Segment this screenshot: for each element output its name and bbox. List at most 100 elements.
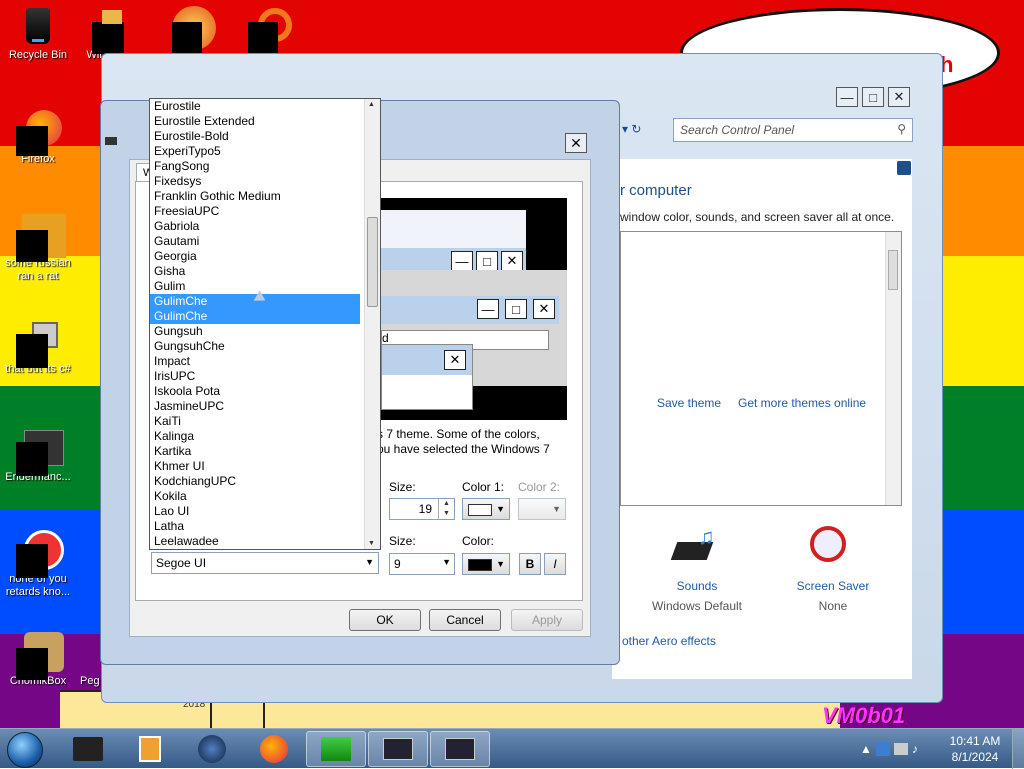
- font-size-select[interactable]: 9 ▼: [389, 553, 455, 575]
- font-list-item[interactable]: KaiTi: [150, 414, 380, 429]
- desktop-icon-peg[interactable]: Peg: [66, 675, 106, 688]
- font-list-item[interactable]: Franklin Gothic Medium: [150, 189, 380, 204]
- desktop-icon-russian-rat[interactable]: some russian ran a rat: [0, 214, 76, 283]
- save-theme-link[interactable]: Save theme: [657, 396, 721, 410]
- font-list-item[interactable]: Kartika: [150, 444, 380, 459]
- preview-maximize-icon: □: [505, 299, 527, 319]
- taskbar-media-player[interactable]: [120, 731, 180, 767]
- taskbar-firefox[interactable]: [244, 731, 304, 767]
- font-list-item[interactable]: Eurostile: [150, 99, 380, 114]
- chevron-down-icon: ▼: [365, 557, 374, 567]
- font-list-scrollbar[interactable]: ▲ ▼: [364, 99, 380, 549]
- font-select-value: Segoe UI: [156, 556, 207, 570]
- font-list-item[interactable]: Gisha: [150, 264, 380, 279]
- color1-picker[interactable]: ▼: [462, 498, 510, 520]
- font-list-item[interactable]: Kalinga: [150, 429, 380, 444]
- font-list-item[interactable]: Leelawadee: [150, 534, 380, 549]
- font-list-item[interactable]: FangSong: [150, 159, 380, 174]
- aero-effects-link[interactable]: other Aero effects: [622, 634, 716, 648]
- font-list-item[interactable]: Khmer UI: [150, 459, 380, 474]
- color2-picker[interactable]: ▼: [518, 498, 566, 520]
- show-hidden-icons-icon[interactable]: ▲: [860, 742, 872, 756]
- font-list-item[interactable]: Fixedsys: [150, 174, 380, 189]
- font-dropdown-list[interactable]: Eurostile Eurostile Extended Eurostile-Bol…: [149, 98, 381, 550]
- font-list-item[interactable]: GungsuhChe: [150, 339, 380, 354]
- screen-saver-label[interactable]: Screen Saver: [778, 579, 888, 593]
- screen-saver-icon[interactable]: [808, 524, 848, 568]
- taskbar-app-globe[interactable]: [182, 731, 242, 767]
- app-icon: [73, 737, 103, 761]
- taskbar-control-panel[interactable]: [368, 731, 428, 767]
- font-select[interactable]: Segoe UI ▼: [151, 552, 379, 574]
- desktop-icon-endermanch[interactable]: Endermanc...: [0, 428, 76, 484]
- desktop-icon-recycle-bin[interactable]: Recycle Bin: [0, 6, 76, 62]
- sounds-label[interactable]: Sounds: [642, 579, 752, 593]
- font-list-item[interactable]: Gulim: [150, 279, 380, 294]
- font-list-item[interactable]: Lao UI: [150, 504, 380, 519]
- control-panel-search-input[interactable]: Search Control Panel ⚲: [673, 118, 913, 142]
- cancel-button[interactable]: Cancel: [429, 609, 501, 631]
- font-list-item[interactable]: Impact: [150, 354, 380, 369]
- font-list-item[interactable]: Gabriola: [150, 219, 380, 234]
- scroll-down-icon[interactable]: ▼: [368, 540, 375, 547]
- font-list-item[interactable]: Eurostile-Bold: [150, 129, 380, 144]
- font-list-item[interactable]: KodchiangUPC: [150, 474, 380, 489]
- italic-button[interactable]: I: [544, 553, 566, 575]
- bold-button[interactable]: B: [519, 553, 541, 575]
- window-controls: — □ ✕: [836, 87, 910, 107]
- desktop-icon-csharp[interactable]: that but its c#: [0, 320, 76, 376]
- font-list-item[interactable]: Gautami: [150, 234, 380, 249]
- sounds-icon[interactable]: ♫: [670, 524, 722, 568]
- desktop-icon-app-2[interactable]: [168, 6, 216, 56]
- system-clock[interactable]: 10:41 AM 8/1/2024: [940, 733, 1010, 765]
- network-icon[interactable]: [875, 742, 890, 756]
- start-button[interactable]: [7, 732, 43, 768]
- help-icon[interactable]: [897, 161, 911, 175]
- preview-close-icon: ✕: [501, 251, 523, 271]
- dialog-close-button[interactable]: ✕: [565, 133, 587, 153]
- close-button[interactable]: ✕: [888, 87, 910, 107]
- preview-inactive-window: — □ ✕: [381, 210, 526, 274]
- theme-list[interactable]: [620, 231, 902, 506]
- apply-button[interactable]: Apply: [511, 609, 583, 631]
- font-list-item[interactable]: FreesiaUPC: [150, 204, 380, 219]
- ok-button[interactable]: OK: [349, 609, 421, 631]
- font-list-item[interactable]: Lily UPC: [150, 549, 380, 550]
- desktop-icon-firefox[interactable]: Firefox: [0, 110, 76, 166]
- volume-icon[interactable]: ♪: [912, 742, 918, 756]
- font-size-value: 9: [394, 557, 401, 571]
- page-heading: r computer: [620, 182, 692, 199]
- scroll-up-icon[interactable]: ▲: [368, 101, 375, 108]
- download-icon: [321, 737, 351, 761]
- font-list-item[interactable]: Kokila: [150, 489, 380, 504]
- font-list-item[interactable]: IrisUPC: [150, 369, 380, 384]
- font-list-item[interactable]: JasmineUPC: [150, 399, 380, 414]
- font-color-picker[interactable]: ▼: [462, 553, 510, 575]
- theme-description: s 7 theme. Some of the colors, ou have s…: [377, 427, 550, 457]
- font-list-item[interactable]: Iskoola Pota: [150, 384, 380, 399]
- show-desktop-button[interactable]: [1012, 729, 1024, 769]
- font-list-item[interactable]: Gungsuh: [150, 324, 380, 339]
- item-size-spinner[interactable]: 19 ▲ ▼: [389, 498, 455, 520]
- font-list-scroll-thumb[interactable]: [367, 217, 378, 307]
- theme-list-scrollbar[interactable]: [885, 232, 901, 505]
- preview-message-box: ✕: [381, 344, 473, 410]
- font-list-item[interactable]: Georgia: [150, 249, 380, 264]
- minimize-button[interactable]: —: [836, 87, 858, 107]
- display-icon[interactable]: [893, 743, 908, 755]
- font-list-item[interactable]: Latha: [150, 519, 380, 534]
- get-more-themes-link[interactable]: Get more themes online: [738, 396, 866, 410]
- spinner-arrows-icon[interactable]: ▲ ▼: [438, 499, 454, 519]
- desktop-icon-app-3[interactable]: [246, 6, 294, 56]
- taskbar-download-manager[interactable]: [306, 731, 366, 767]
- font-list-item[interactable]: GulimChe: [150, 309, 360, 324]
- taskbar-display-settings[interactable]: [430, 731, 490, 767]
- maximize-button[interactable]: □: [862, 87, 884, 107]
- font-list-items: Eurostile Eurostile Extended Eurostile-Bol…: [150, 99, 380, 550]
- font-list-item[interactable]: Eurostile Extended: [150, 114, 380, 129]
- taskbar-app-recycle[interactable]: [58, 731, 118, 767]
- font-list-item[interactable]: ExperiTypo5: [150, 144, 380, 159]
- desktop-icon-none-of-you[interactable]: none of you retards kno...: [0, 530, 76, 599]
- desktop-icon-chomikbox[interactable]: ChomikBox: [0, 632, 76, 688]
- refresh-icon[interactable]: ▾ ↻: [622, 122, 641, 136]
